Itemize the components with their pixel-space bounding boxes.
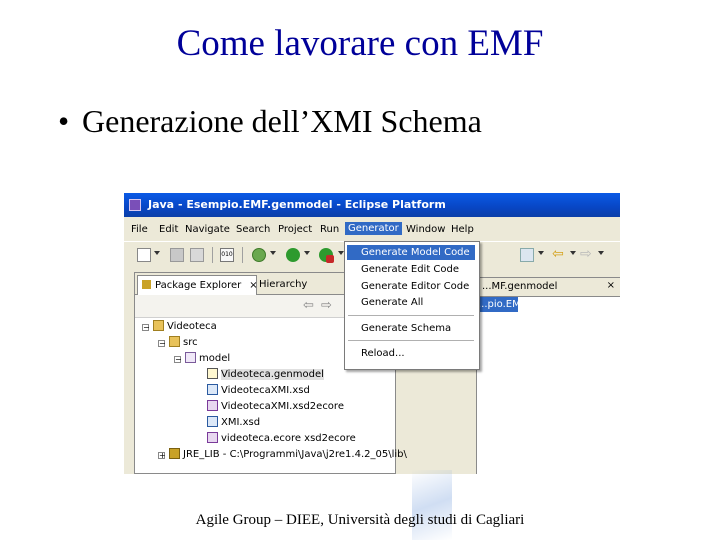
binary-icon[interactable]: 010 xyxy=(220,248,234,262)
menu-help[interactable]: Help xyxy=(451,224,474,235)
tab-package-explorer[interactable]: Package Explorer × xyxy=(137,275,258,295)
package-icon xyxy=(185,352,196,363)
toolbar-separator xyxy=(242,247,243,263)
tree-item-file[interactable]: XMI.xsd xyxy=(207,415,260,431)
editor-selected-item[interactable]: ...pio.EMF xyxy=(476,297,526,312)
slide-footer: Agile Group – DIEE, Università degli stu… xyxy=(195,512,525,528)
menu-item-generate-all[interactable]: Generate All xyxy=(347,295,475,310)
collapse-icon[interactable]: − xyxy=(158,340,166,348)
package-explorer-icon xyxy=(142,280,151,289)
new-icon[interactable] xyxy=(137,248,151,262)
collapse-icon[interactable]: − xyxy=(142,324,150,332)
menu-item-generate-edit-code[interactable]: Generate Edit Code xyxy=(347,262,475,277)
decorative-shape xyxy=(412,470,452,540)
close-icon[interactable]: × xyxy=(249,280,257,291)
expand-icon[interactable]: + xyxy=(158,452,166,460)
window-titlebar: Java - Esempio.EMF.genmodel - Eclipse Pl… xyxy=(124,193,620,217)
debug-dropdown-icon[interactable] xyxy=(270,251,276,255)
menu-window[interactable]: Window xyxy=(406,224,445,235)
xsd2ecore-file-icon xyxy=(207,400,218,411)
tree-item-file[interactable]: VideotecaXMI.xsd xyxy=(207,383,310,399)
menu-item-generate-editor-code[interactable]: Generate Editor Code xyxy=(347,279,475,294)
back-arrow-icon[interactable]: ⇦ xyxy=(552,247,566,262)
tree-item-file[interactable]: Videoteca.genmodel xyxy=(207,367,324,383)
menu-navigate[interactable]: Navigate xyxy=(185,224,230,235)
menu-item-generate-model-code[interactable]: Generate Model Code xyxy=(347,245,475,260)
xsd-file-icon xyxy=(207,384,218,395)
genmodel-file-icon xyxy=(207,368,218,379)
tree-item-file[interactable]: VideotecaXMI.xsd2ecore xyxy=(207,399,344,415)
ecore-file-icon xyxy=(207,432,218,443)
tree-item-jre[interactable]: JRE_LIB - C:\Programmi\Java\j2re1.4.2_05… xyxy=(169,447,407,463)
toolbar-separator xyxy=(212,247,213,263)
new-dropdown-icon[interactable] xyxy=(154,251,160,255)
tree-item-package[interactable]: model xyxy=(185,351,230,367)
source-folder-icon xyxy=(169,336,180,347)
slide-bullet: • Generazione dell’XMI Schema xyxy=(58,103,482,140)
tab-hierarchy[interactable]: Hierarchy xyxy=(259,275,307,294)
run-dropdown-icon[interactable] xyxy=(304,251,310,255)
view-forward-icon[interactable]: ⇨ xyxy=(321,299,332,312)
save-icon[interactable] xyxy=(170,248,184,262)
slide-title: Come lavorare con EMF xyxy=(176,23,544,64)
editor-area xyxy=(476,296,620,474)
tab-hierarchy-label: Hierarchy xyxy=(259,279,308,290)
window-title: Java - Esempio.EMF.genmodel - Eclipse Pl… xyxy=(148,198,446,211)
bullet-text: Generazione dell’XMI Schema xyxy=(82,103,482,139)
menu-edit[interactable]: Edit xyxy=(159,224,178,235)
bullet-icon: • xyxy=(58,103,70,139)
library-jar-icon xyxy=(169,448,180,459)
menu-run[interactable]: Run xyxy=(320,224,339,235)
stop-icon xyxy=(326,255,334,263)
run-icon[interactable] xyxy=(286,248,300,262)
eclipse-screenshot: Java - Esempio.EMF.genmodel - Eclipse Pl… xyxy=(124,193,620,474)
collapse-icon[interactable]: − xyxy=(174,356,182,364)
tree-item-src[interactable]: src xyxy=(169,335,198,351)
toolbar-dropdown-icon[interactable] xyxy=(538,251,544,255)
generator-menu: Generate Model Code Generate Edit Code G… xyxy=(344,241,480,370)
menu-project[interactable]: Project xyxy=(278,224,312,235)
menu-search[interactable]: Search xyxy=(236,224,270,235)
back-dropdown-icon[interactable] xyxy=(570,251,576,255)
project-folder-icon xyxy=(153,320,164,331)
tree-item-file[interactable]: videoteca.ecore xsd2ecore xyxy=(207,431,356,447)
menu-separator xyxy=(348,315,474,316)
menubar: File Edit Navigate Search Project Run Ge… xyxy=(124,221,620,239)
menu-file[interactable]: File xyxy=(131,224,148,235)
view-back-icon[interactable]: ⇦ xyxy=(303,299,314,312)
forward-dropdown-icon[interactable] xyxy=(598,251,604,255)
menu-generator[interactable]: Generator xyxy=(345,222,402,235)
menu-item-generate-schema[interactable]: Generate Schema xyxy=(347,321,475,336)
close-icon[interactable]: × xyxy=(607,280,615,291)
forward-arrow-icon[interactable]: ⇨ xyxy=(580,247,594,262)
tab-package-explorer-label: Package Explorer xyxy=(155,280,242,291)
menu-separator xyxy=(348,340,474,341)
eclipse-app-icon xyxy=(129,199,141,211)
xsd-file-icon xyxy=(207,416,218,427)
toolbar-icon[interactable] xyxy=(520,248,534,262)
print-icon[interactable] xyxy=(190,248,204,262)
editor-tab[interactable]: ...MF.genmodel × xyxy=(479,277,620,296)
debug-icon[interactable] xyxy=(252,248,266,262)
tree-item-project[interactable]: Videoteca xyxy=(153,319,217,335)
menu-item-reload[interactable]: Reload... xyxy=(347,346,475,361)
